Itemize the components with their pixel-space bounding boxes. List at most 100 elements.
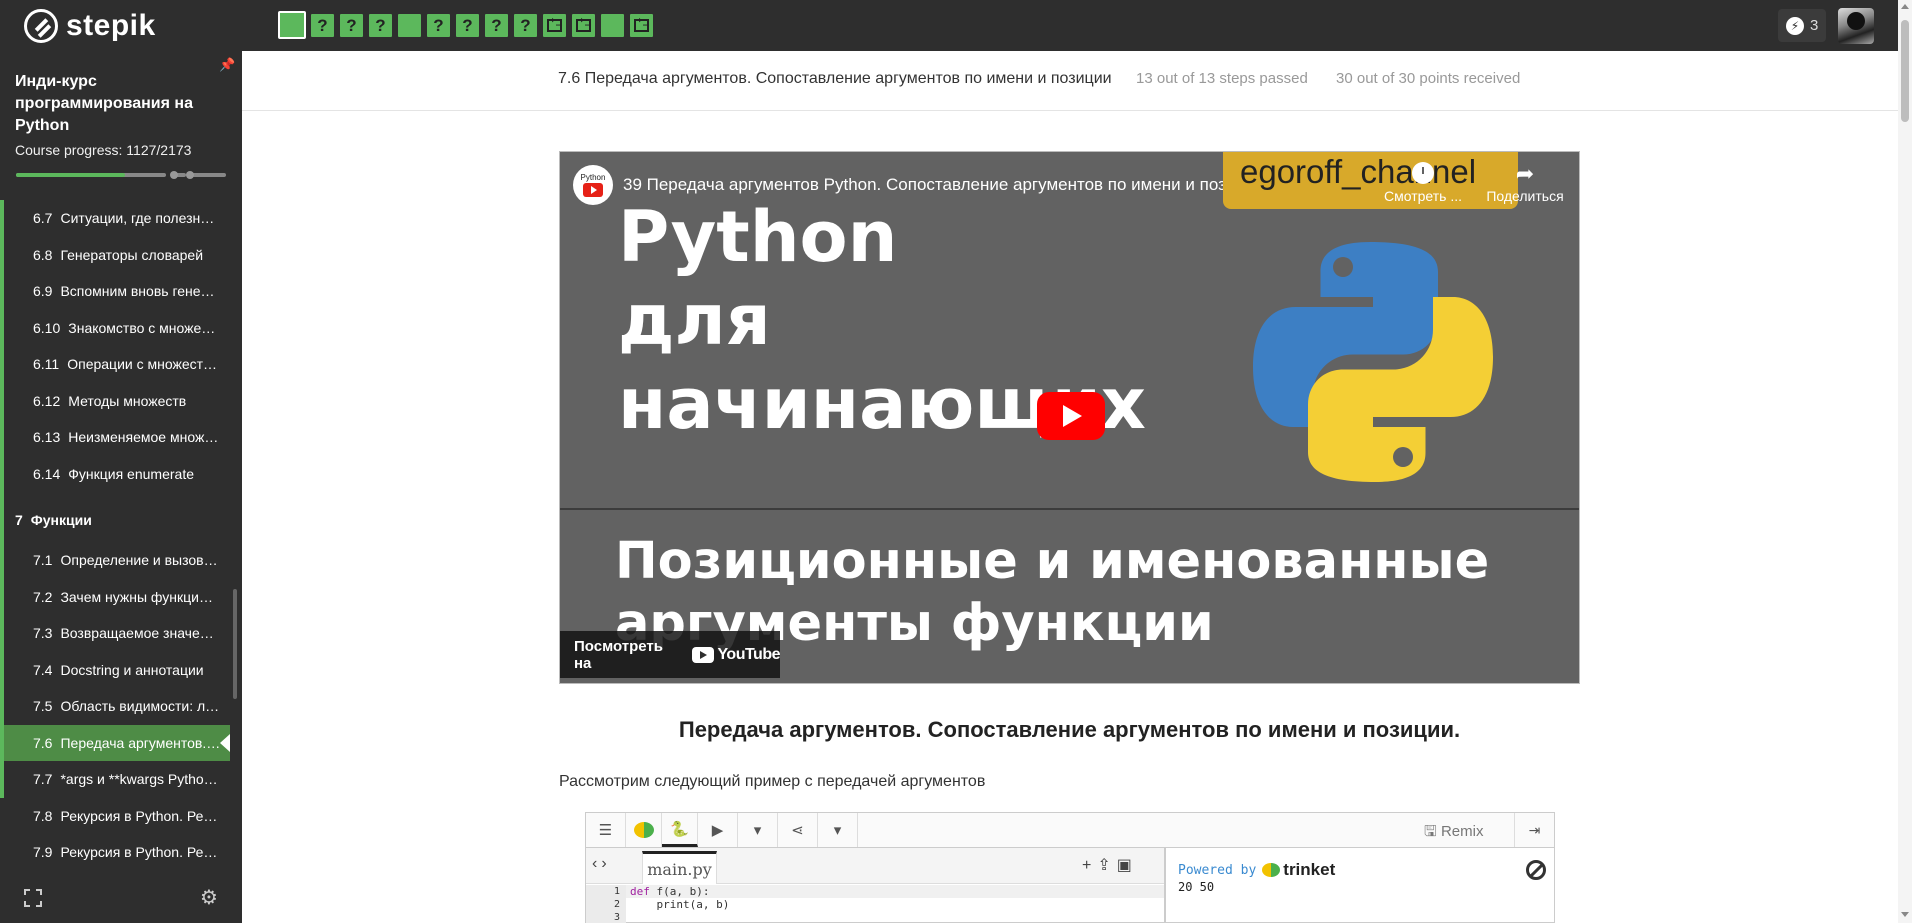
step-2-question[interactable]: ?: [310, 13, 335, 38]
file-tab-main[interactable]: main.py: [642, 851, 717, 884]
sidebar-lesson-item[interactable]: 7.1 Определение и вызов …: [0, 542, 230, 579]
watch-on-youtube-button[interactable]: Посмотреть на YouTube: [560, 631, 780, 678]
sidebar-lesson-item[interactable]: 6.7 Ситуации, где полезно…: [0, 200, 230, 237]
step-1-check[interactable]: [278, 11, 306, 39]
lesson-number: 6.12: [33, 392, 61, 409]
step-3-question[interactable]: ?: [339, 13, 364, 38]
sidebar-lesson-item[interactable]: 6.9 Вспомним вновь гене…: [0, 273, 230, 310]
file-nav-arrows-icon[interactable]: ‹›: [592, 855, 611, 873]
code-line: print(a, b): [630, 898, 730, 911]
sidebar-lesson-item[interactable]: 7.6 Передача аргументов.…: [0, 724, 230, 761]
step-10-code[interactable]: [542, 13, 567, 38]
sidebar-footer: ⚙: [0, 877, 242, 923]
sidebar-lesson-item[interactable]: 7.8 Рекурсия в Python. Ре…: [0, 798, 230, 835]
step-12-check[interactable]: [600, 13, 625, 38]
sidebar-lesson-item[interactable]: 7.5 Область видимости: л…: [0, 688, 230, 725]
channel-avatar[interactable]: Python: [573, 165, 613, 205]
run-icon[interactable]: ▶: [698, 813, 738, 847]
python-logo-icon: [1253, 242, 1493, 482]
step-6-question[interactable]: ?: [426, 13, 451, 38]
watch-on-label: Посмотреть на: [574, 637, 663, 672]
share-button[interactable]: ➦ Поделиться: [1475, 161, 1575, 205]
step-9-question[interactable]: ?: [513, 13, 538, 38]
course-progress-bar: [16, 171, 226, 179]
step-7-question[interactable]: ?: [455, 13, 480, 38]
step-13-code[interactable]: [629, 13, 654, 38]
step-8-question[interactable]: ?: [484, 13, 509, 38]
channel-avatar-label: Python: [580, 173, 606, 182]
lesson-number: 7.9: [33, 844, 53, 861]
clock-icon: [1412, 162, 1434, 184]
fullscreen-icon[interactable]: [24, 889, 42, 907]
step-5-check[interactable]: [397, 13, 422, 38]
file-actions-icons[interactable]: +⇪▣: [1082, 855, 1138, 875]
trinket-code-widget: ☰ 🐍 ▶ ▾ ⋖ ▾ 🖫 Remix ⇥ ‹› main.py +⇪▣ 1 2 3…: [585, 812, 1555, 923]
share-options-chevron-icon[interactable]: ▾: [818, 813, 858, 847]
thumbnail-text-line: Python: [618, 196, 898, 278]
sidebar-lesson-item[interactable]: 7.3 Возвращаемое значен…: [0, 615, 230, 652]
sidebar-scrollbar[interactable]: [233, 589, 237, 699]
powered-by-trinket[interactable]: Powered by trinket: [1178, 860, 1335, 880]
sidebar-lesson-item[interactable]: 7.2 Зачем нужны функции…: [0, 578, 230, 615]
sidebar-module-header[interactable]: 7 Функции: [0, 492, 230, 542]
trinket-logo-button[interactable]: [626, 813, 662, 847]
sidebar-lesson-item[interactable]: 6.10 Знакомство с множе…: [0, 309, 230, 346]
run-options-chevron-icon[interactable]: ▾: [738, 813, 778, 847]
play-button[interactable]: [1037, 392, 1105, 440]
sidebar-lesson-item[interactable]: 6.8 Генераторы словарей: [0, 236, 230, 273]
settings-gear-icon[interactable]: ⚙: [200, 888, 221, 909]
step-label: ?: [462, 15, 473, 35]
step-label: ?: [375, 15, 386, 35]
scroll-up-arrow-icon[interactable]: [1901, 4, 1909, 9]
share-icon[interactable]: ⋖: [778, 813, 818, 847]
code-editor[interactable]: ‹› main.py +⇪▣ 1 2 3 def f(a, b): print(a,…: [586, 848, 1166, 923]
thumbnail-subtitle-line: Позиционные и именованные: [615, 532, 1490, 591]
page-scroll-thumb[interactable]: [1901, 20, 1909, 122]
share-label: Поделиться: [1486, 188, 1564, 204]
line-numbers: 1 2 3: [586, 885, 626, 923]
video-title[interactable]: 39 Передача аргументов Python. Сопоставл…: [623, 175, 1264, 195]
watch-later-button[interactable]: Смотреть ...: [1378, 162, 1468, 204]
course-progress-fill: [16, 173, 126, 177]
lesson-title: Зачем нужны функции…: [60, 588, 221, 605]
sidebar-lesson-item[interactable]: 6.14 Функция enumerate: [0, 455, 230, 492]
page-scrollbar[interactable]: [1898, 0, 1912, 923]
code-content[interactable]: def f(a, b): print(a, b): [630, 885, 729, 911]
share-arrow-icon: ➦: [1515, 161, 1535, 186]
lesson-number: 7.8: [33, 807, 53, 824]
course-title[interactable]: Инди-курс программирования на Python: [15, 71, 215, 137]
python-mode-icon[interactable]: 🐍: [662, 813, 698, 847]
line-number: 1: [613, 886, 620, 897]
program-output: 20 50: [1178, 880, 1215, 894]
user-avatar[interactable]: [1838, 8, 1874, 44]
lesson-steps-nav: ???????: [278, 11, 654, 39]
lesson-number: 7.3: [33, 625, 53, 642]
code-line: f(a, b):: [649, 885, 710, 898]
step-4-question[interactable]: ?: [368, 13, 393, 38]
login-icon[interactable]: ⇥: [1514, 813, 1554, 847]
youtube-video-embed[interactable]: Python 39 Передача аргументов Python. Со…: [559, 151, 1580, 684]
sidebar-lesson-item[interactable]: 7.9 Рекурсия в Python. Ре…: [0, 834, 230, 871]
lesson-number: 6.11: [33, 356, 60, 373]
step-11-code[interactable]: [571, 13, 596, 38]
youtube-icon: [692, 646, 715, 663]
sidebar-lesson-item[interactable]: 6.13 Неизменяемое множ…: [0, 419, 230, 456]
sidebar-lesson-item[interactable]: 6.12 Методы множеств: [0, 382, 230, 419]
menu-icon[interactable]: ☰: [586, 813, 626, 847]
watch-later-label: Смотреть ...: [1384, 188, 1462, 204]
clear-output-icon[interactable]: [1526, 860, 1546, 880]
lesson-title: Операции с множест…: [67, 356, 218, 373]
pin-icon[interactable]: 📌: [219, 57, 235, 73]
lesson-number: 7: [15, 512, 23, 528]
scroll-down-arrow-icon[interactable]: [1901, 912, 1909, 917]
sidebar-lesson-item[interactable]: 7.4 Docstring и аннотации: [0, 651, 230, 688]
energy-counter[interactable]: ⚡ 3: [1778, 9, 1827, 42]
trinket-brand: trinket: [1262, 860, 1335, 880]
lesson-number: 7.2: [33, 588, 53, 605]
sidebar-lesson-item[interactable]: 7.7 *args и **kwargs Pytho…: [0, 761, 230, 798]
sidebar-lesson-item[interactable]: 6.11 Операции с множест…: [0, 346, 230, 383]
remix-button[interactable]: 🖫 Remix: [1424, 821, 1483, 846]
steps-passed-status: 13 out of 13 steps passed: [1136, 70, 1308, 87]
stepik-logo[interactable]: stepik: [24, 9, 156, 43]
lesson-title: Рекурсия в Python. Ре…: [60, 807, 218, 824]
